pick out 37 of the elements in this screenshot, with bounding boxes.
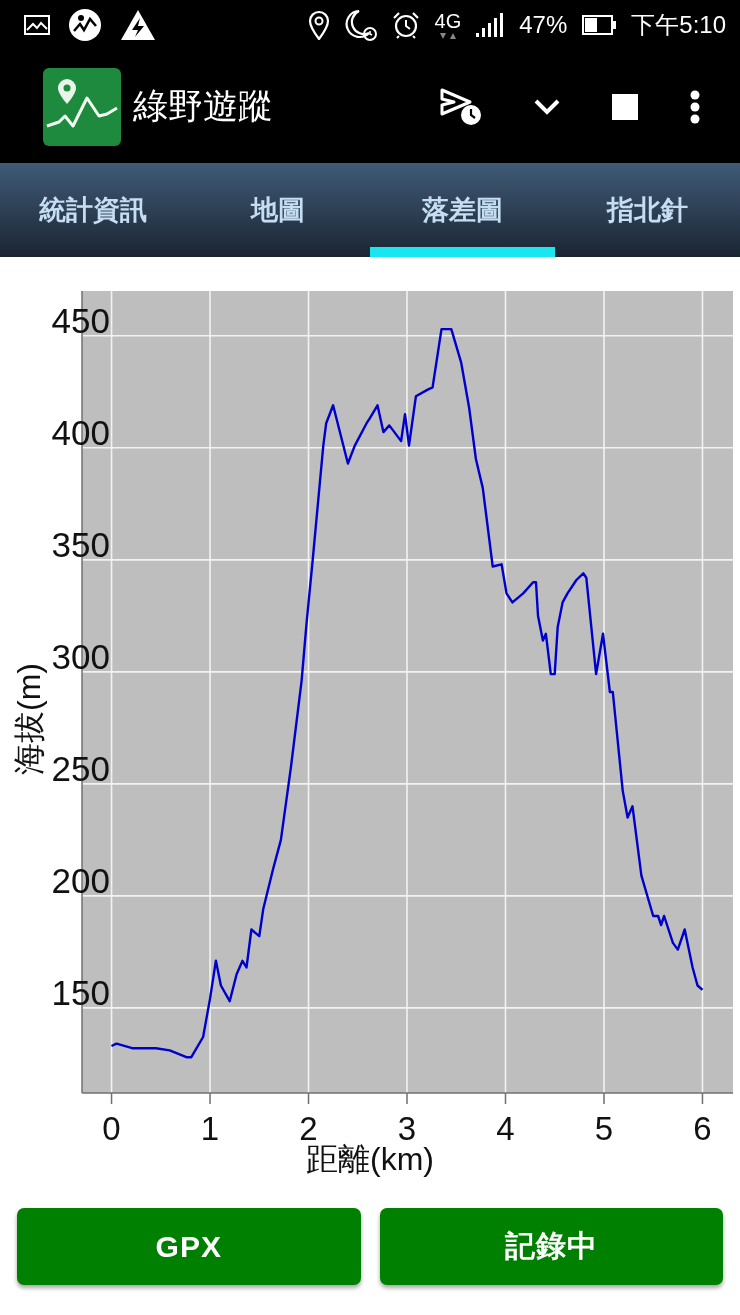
gpx-button[interactable]: GPX: [17, 1208, 361, 1285]
clock-time: 下午5:10: [631, 13, 726, 37]
app-title: 綠野遊蹤: [133, 85, 273, 127]
x-tick-label: 0: [102, 1110, 121, 1147]
y-tick-label: 450: [51, 300, 110, 340]
tab[interactable]: 地圖: [185, 163, 370, 257]
tab[interactable]: 指北針: [555, 163, 740, 257]
send-clock-icon[interactable]: [440, 87, 482, 126]
y-tick-label: 350: [51, 524, 110, 564]
x-tick-label: 5: [594, 1110, 614, 1147]
lightning-triangle-icon: [120, 9, 156, 41]
battery-icon: [582, 15, 617, 35]
chevron-down-icon[interactable]: [534, 98, 560, 115]
x-tick-label: 4: [496, 1110, 515, 1147]
alarm-clock-icon: [391, 11, 420, 39]
image-icon: [24, 15, 50, 35]
y-tick-label: 300: [51, 636, 110, 676]
location-pin-icon: [307, 10, 330, 40]
tab[interactable]: 統計資訊: [0, 163, 185, 257]
x-tick-label: 6: [693, 1110, 712, 1147]
stop-square-icon[interactable]: [612, 93, 638, 120]
y-tick-label: 200: [51, 860, 110, 900]
route-circle-icon: [69, 9, 101, 41]
tab[interactable]: 落差圖: [370, 163, 555, 257]
y-tick-label: 150: [51, 972, 110, 1012]
data-arrows-icon: [437, 33, 458, 39]
x-tick-label: 1: [200, 1110, 220, 1147]
app-logo-icon: [43, 67, 121, 146]
battery-percent: 47%: [519, 13, 568, 37]
signal-icon: [476, 13, 505, 37]
y-axis-title: 海拔(m): [11, 663, 47, 775]
network-type: 4G: [434, 11, 462, 31]
recording-button[interactable]: 記錄中: [379, 1208, 723, 1285]
y-tick-label: 400: [51, 412, 110, 452]
y-tick-label: 250: [51, 748, 110, 788]
moon-clock-icon: [344, 9, 377, 41]
more-vertical-icon[interactable]: [690, 89, 700, 124]
